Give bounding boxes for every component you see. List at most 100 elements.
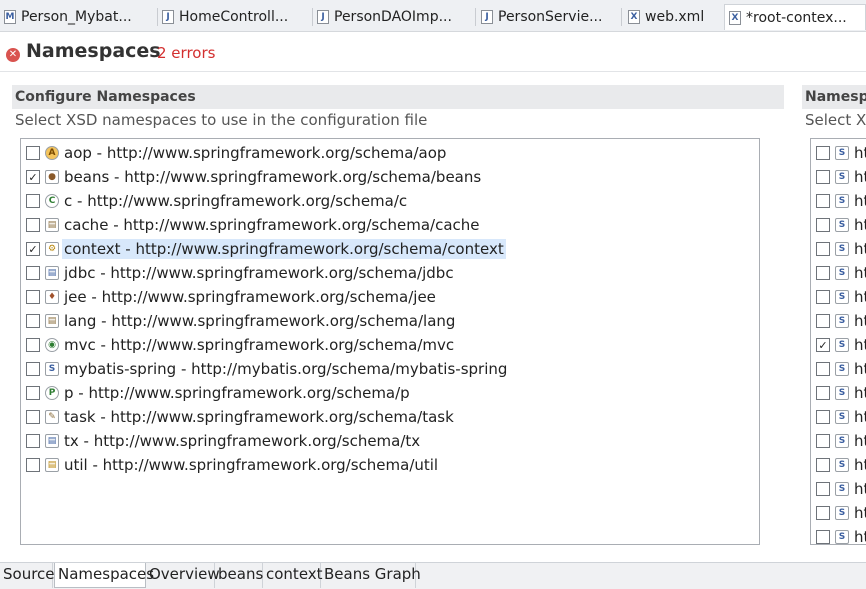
namespace-version-row[interactable]: Sht xyxy=(816,526,866,544)
namespace-version-row[interactable]: Sht xyxy=(816,382,866,404)
namespace-version-label: ht xyxy=(854,432,866,450)
namespace-version-row[interactable]: Sht xyxy=(816,358,866,380)
page-tab-context[interactable]: context xyxy=(263,563,323,588)
namespace-version-row[interactable]: Sht xyxy=(816,262,866,284)
schema-file-icon: S xyxy=(835,458,849,472)
namespace-checkbox[interactable] xyxy=(26,386,40,400)
namespace-checkbox[interactable]: ✓ xyxy=(26,170,40,184)
namespace-checkbox[interactable] xyxy=(816,434,830,448)
namespace-checkbox[interactable] xyxy=(26,290,40,304)
editor-tab-person-mybatis[interactable]: M Person_Mybat... xyxy=(4,4,154,30)
namespace-checkbox[interactable] xyxy=(816,314,830,328)
namespace-row[interactable]: Aaop - http://www.springframework.org/sc… xyxy=(26,142,448,164)
namespace-version-row[interactable]: Sht xyxy=(816,478,866,500)
namespace-checkbox[interactable] xyxy=(816,266,830,280)
context-icon: ⚙ xyxy=(45,242,59,256)
namespace-row[interactable]: Cc - http://www.springframework.org/sche… xyxy=(26,190,409,212)
namespace-version-label: ht xyxy=(854,264,866,282)
namespace-version-row[interactable]: Sht xyxy=(816,430,866,452)
namespace-checkbox[interactable] xyxy=(26,410,40,424)
page-tab-namespaces[interactable]: Namespaces xyxy=(54,563,154,588)
namespace-checkbox[interactable] xyxy=(816,506,830,520)
namespace-checkbox[interactable] xyxy=(816,410,830,424)
namespace-row[interactable]: ▤ tx - http://www.springframework.org/sch… xyxy=(26,430,422,452)
error-icon: ✕ xyxy=(6,48,20,62)
namespace-checkbox[interactable] xyxy=(816,530,830,544)
editor-page-tabs: Source Namespaces Overview beans context… xyxy=(0,562,866,589)
namespace-version-row[interactable]: Sht xyxy=(816,238,866,260)
namespace-version-list[interactable]: ShtShtShtShtShtShtShtSht✓ShtShtShtShtSht… xyxy=(810,138,866,545)
namespace-row[interactable]: ▤ cache - http://www.springframework.org/… xyxy=(26,214,482,236)
namespace-checkbox[interactable] xyxy=(816,458,830,472)
namespace-version-label: ht xyxy=(854,288,866,306)
namespace-row[interactable]: ◉ mvc - http://www.springframework.org/sc… xyxy=(26,334,456,356)
editor-tab-web-xml[interactable]: X web.xml xyxy=(628,4,718,30)
cache-icon: ▤ xyxy=(45,218,59,232)
tab-divider xyxy=(475,8,476,26)
editor-tab-root-context[interactable]: X *root-contex... xyxy=(724,4,866,30)
namespace-label: mvc - http://www.springframework.org/sch… xyxy=(64,336,455,354)
namespace-checkbox[interactable] xyxy=(26,266,40,280)
page-tab-beans[interactable]: beans xyxy=(215,563,263,588)
namespace-checkbox[interactable] xyxy=(816,290,830,304)
namespace-checkbox[interactable] xyxy=(26,338,40,352)
jee-icon: ♦ xyxy=(45,290,59,304)
namespace-checkbox[interactable] xyxy=(26,362,40,376)
namespace-row[interactable]: ▤ jdbc - http://www.springframework.org/s… xyxy=(26,262,456,284)
namespace-checkbox[interactable] xyxy=(816,362,830,376)
namespace-version-label: ht xyxy=(854,480,866,498)
java-file-icon: J xyxy=(162,10,174,24)
namespace-list[interactable]: Aaop - http://www.springframework.org/sc… xyxy=(20,138,760,545)
namespace-checkbox[interactable]: ✓ xyxy=(816,338,830,352)
editor-tab-homecontroller[interactable]: J HomeControll... xyxy=(162,4,310,30)
namespace-version-row[interactable]: ✓ Sht xyxy=(816,334,866,356)
namespace-version-label: ht xyxy=(854,456,866,474)
namespace-checkbox[interactable] xyxy=(26,314,40,328)
namespace-checkbox[interactable] xyxy=(26,218,40,232)
namespace-checkbox[interactable] xyxy=(26,458,40,472)
namespace-checkbox[interactable] xyxy=(816,146,830,160)
namespace-checkbox[interactable] xyxy=(816,170,830,184)
namespace-row[interactable]: Pp - http://www.springframework.org/sche… xyxy=(26,382,412,404)
namespace-checkbox[interactable]: ✓ xyxy=(26,242,40,256)
namespace-row[interactable]: ▤ util - http://www.springframework.org/s… xyxy=(26,454,440,476)
namespace-row[interactable]: ▤ lang - http://www.springframework.org/s… xyxy=(26,310,457,332)
error-count-link[interactable]: 2 errors xyxy=(157,44,215,62)
namespace-checkbox[interactable] xyxy=(816,482,830,496)
namespace-version-label: ht xyxy=(854,504,866,522)
editor-tab-label: PersonDAOImp... xyxy=(334,9,452,25)
page-tab-source[interactable]: Source xyxy=(0,563,55,588)
util-icon: ▤ xyxy=(45,458,59,472)
editor-tab-persondaoimpl[interactable]: J PersonDAOImp... xyxy=(317,4,469,30)
namespace-version-label: ht xyxy=(854,336,866,354)
lang-icon: ▤ xyxy=(45,314,59,328)
namespace-row[interactable]: ✓ ⚙ context - http://www.springframework.o… xyxy=(26,238,506,260)
page-tab-overview[interactable]: Overview xyxy=(146,563,220,588)
namespace-version-row[interactable]: Sht xyxy=(816,406,866,428)
namespace-row[interactable]: ♦ jee - http://www.springframework.org/sc… xyxy=(26,286,438,308)
namespace-label: jee - http://www.springframework.org/sch… xyxy=(64,288,436,306)
namespace-checkbox[interactable] xyxy=(816,386,830,400)
namespace-checkbox[interactable] xyxy=(26,194,40,208)
namespace-version-row[interactable]: Sht xyxy=(816,286,866,308)
namespace-checkbox[interactable] xyxy=(816,242,830,256)
editor-tab-personservice[interactable]: J PersonServie... xyxy=(481,4,619,30)
namespace-version-row[interactable]: Sht xyxy=(816,454,866,476)
namespace-version-row[interactable]: Sht xyxy=(816,502,866,524)
namespace-version-row[interactable]: Sht xyxy=(816,214,866,236)
namespace-checkbox[interactable] xyxy=(26,146,40,160)
namespace-checkbox[interactable] xyxy=(26,434,40,448)
namespace-checkbox[interactable] xyxy=(816,194,830,208)
page-tab-beans-graph[interactable]: Beans Graph xyxy=(321,563,421,588)
namespace-version-row[interactable]: Sht xyxy=(816,190,866,212)
namespace-version-row[interactable]: Sht xyxy=(816,310,866,332)
namespace-version-label: ht xyxy=(854,408,866,426)
namespace-checkbox[interactable] xyxy=(816,218,830,232)
schema-file-icon: S xyxy=(835,314,849,328)
namespace-version-row[interactable]: Sht xyxy=(816,142,866,164)
namespace-version-row[interactable]: Sht xyxy=(816,166,866,188)
namespace-label: mybatis-spring - http://mybatis.org/sche… xyxy=(64,360,508,378)
namespace-row[interactable]: ✓ ● beans - http://www.springframework.org… xyxy=(26,166,483,188)
namespace-row[interactable]: ✎ task - http://www.springframework.org/s… xyxy=(26,406,456,428)
namespace-row[interactable]: Smybatis-spring - http://mybatis.org/sch… xyxy=(26,358,509,380)
